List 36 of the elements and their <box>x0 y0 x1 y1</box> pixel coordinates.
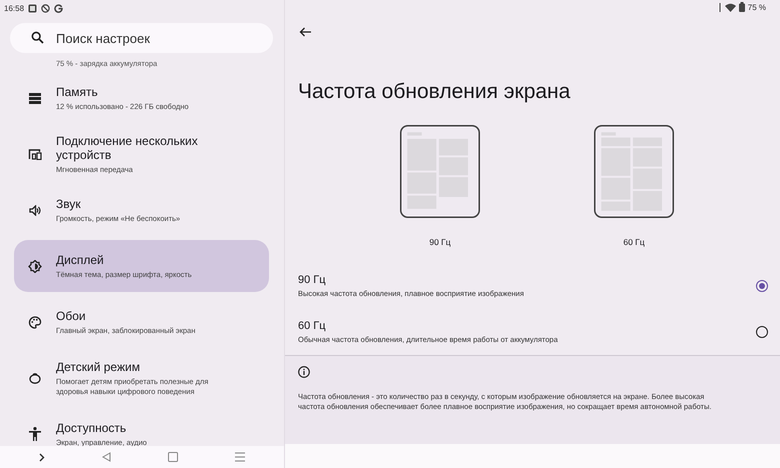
battery-icon <box>738 2 745 12</box>
status-time: 16:58 <box>4 4 24 12</box>
accessibility-icon <box>28 426 42 442</box>
search-field[interactable]: Поиск настроек <box>10 23 273 53</box>
battery-percent: 75 % <box>748 2 766 12</box>
radio-button[interactable] <box>756 280 768 292</box>
chevron-right-icon[interactable] <box>38 452 45 462</box>
item-title: Доступность <box>56 420 128 434</box>
item-title: Память <box>56 84 99 98</box>
menu-icon[interactable] <box>235 452 246 462</box>
palette-icon <box>28 316 42 328</box>
item-title: Обои <box>56 308 87 322</box>
face-outline-icon <box>28 372 42 384</box>
search-icon <box>31 31 44 44</box>
g-icon <box>54 4 64 12</box>
storage-icon <box>28 92 42 104</box>
image-icon <box>28 4 38 12</box>
back-arrow-icon[interactable] <box>299 27 311 37</box>
devices-icon <box>28 148 42 160</box>
page-title: Частота обновления экрана <box>298 79 572 105</box>
preview-label: 60 Гц <box>623 237 645 247</box>
item-title: Звук <box>56 196 82 210</box>
radio-button[interactable] <box>756 326 768 338</box>
do-not-disturb-icon <box>41 4 50 12</box>
brightness-icon <box>28 260 42 272</box>
preview-label: 90 Гц <box>429 237 451 247</box>
option-title: 90 Гц <box>298 274 327 286</box>
item-title: Дисплей <box>56 252 105 266</box>
home-square-icon[interactable] <box>168 452 178 462</box>
option-title: 60 Гц <box>298 320 327 332</box>
item-title: Подключение нескольких устройств <box>56 134 199 162</box>
speaker-icon <box>28 204 42 216</box>
wifi-icon <box>724 2 736 12</box>
item-title: Детский режим <box>56 360 141 374</box>
back-triangle-icon[interactable] <box>102 452 111 462</box>
info-icon <box>298 366 310 378</box>
